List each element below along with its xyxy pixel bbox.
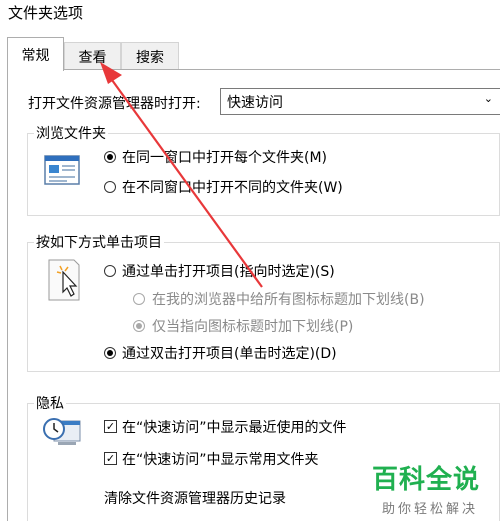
tab-general[interactable]: 常规 [7,37,64,71]
watermark-sub-text: 助你轻松解决 [382,502,479,517]
watermark-main-text: 百科全说 [372,465,481,495]
annotation-arrow-icon [100,62,263,288]
watermark: 百科全说 助你轻松解决 [372,459,480,517]
